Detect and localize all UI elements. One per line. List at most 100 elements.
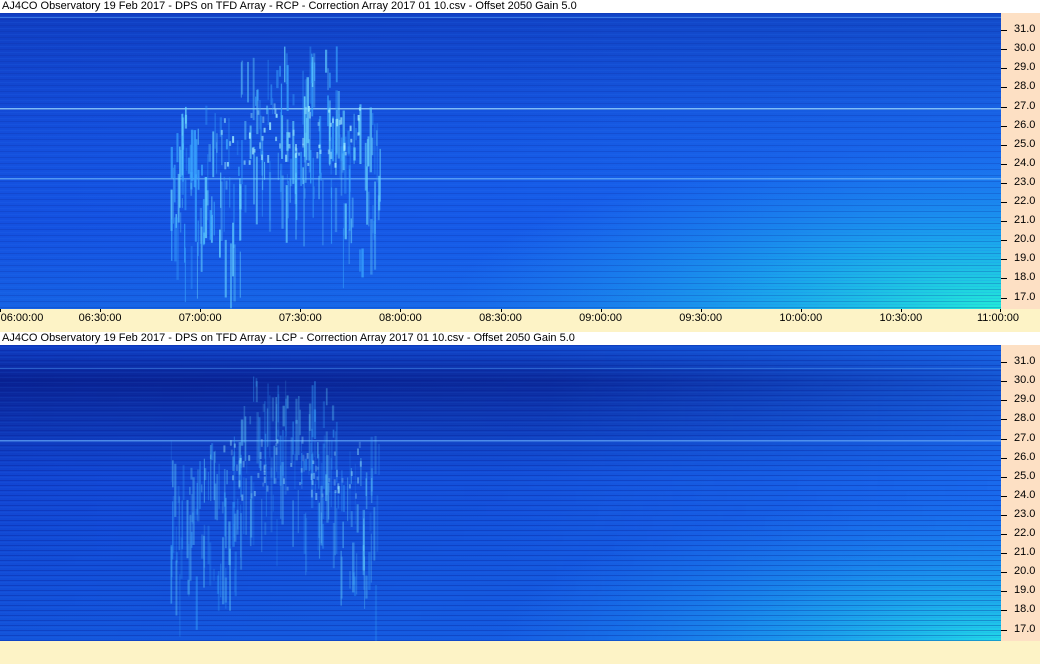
burst-streak	[322, 401, 325, 428]
burst-streak	[280, 465, 282, 519]
burst-streak	[249, 416, 252, 425]
freq-tick-mark	[1001, 144, 1007, 146]
burst-dot	[238, 480, 241, 487]
burst-streak	[247, 61, 249, 103]
burst-streak	[300, 151, 302, 186]
burst-dot	[224, 162, 227, 170]
burst-dot	[357, 115, 360, 121]
burst-streak	[181, 135, 184, 195]
burst-streak	[270, 467, 273, 533]
burst-streak	[343, 202, 345, 236]
burst-dot	[288, 144, 291, 149]
burst-streak	[349, 571, 351, 589]
burst-dot	[357, 132, 360, 136]
burst-streak	[197, 469, 200, 522]
burst-streak	[202, 199, 205, 246]
burst-streak	[224, 577, 228, 603]
freq-tick-mark	[1001, 221, 1007, 223]
burst-streak	[327, 483, 330, 520]
burst-dot	[306, 453, 309, 459]
burst-streak	[367, 136, 370, 167]
burst-streak	[190, 246, 193, 290]
burst-streak	[347, 477, 349, 522]
burst-dot	[248, 160, 251, 165]
burst-dot	[313, 472, 315, 479]
freq-tick-mark	[1001, 400, 1007, 402]
burst-dot	[250, 493, 253, 499]
burst-streak	[332, 116, 335, 162]
freq-tick-label: 29.0	[1014, 61, 1036, 74]
burst-streak	[336, 508, 338, 554]
burst-streak	[190, 182, 193, 196]
burst-streak	[302, 167, 304, 185]
freq-tick-mark	[1001, 278, 1007, 280]
burst-streak	[255, 378, 258, 387]
burst-dot	[310, 473, 313, 480]
burst-streak	[282, 429, 284, 476]
burst-streak	[325, 49, 328, 73]
burst-streak	[373, 507, 376, 561]
burst-streak	[277, 152, 279, 181]
burst-streak	[233, 244, 236, 302]
burst-streak	[376, 495, 379, 552]
burst-streak	[369, 512, 372, 532]
burst-dot	[220, 129, 223, 135]
burst-dot	[343, 145, 346, 151]
time-tick-label: 09:30:00	[679, 312, 723, 324]
burst-streak	[236, 509, 239, 535]
freq-tick-label: 21.0	[1014, 546, 1036, 559]
burst-streak	[199, 207, 202, 244]
burst-dot	[328, 109, 331, 113]
burst-streak	[214, 450, 216, 463]
burst-streak	[241, 140, 243, 185]
burst-streak	[334, 491, 336, 556]
burst-streak	[350, 218, 353, 244]
burst-streak	[365, 575, 368, 599]
burst-streak	[182, 465, 185, 501]
burst-streak	[253, 146, 255, 205]
burst-streak	[341, 153, 344, 173]
burst-streak	[366, 166, 368, 225]
burst-streak	[233, 436, 235, 467]
burst-dot	[259, 451, 262, 460]
burst-streak	[180, 537, 183, 579]
burst-streak	[376, 130, 378, 146]
freq-tick-mark	[1001, 457, 1007, 459]
burst-streak	[281, 115, 284, 159]
burst-streak	[192, 477, 195, 545]
burst-dot	[344, 151, 347, 156]
burst-streak	[174, 217, 177, 262]
burst-streak	[272, 494, 274, 512]
burst-dot	[329, 122, 332, 127]
burst-dot	[312, 460, 315, 464]
burst-streak	[239, 251, 241, 298]
burst-streak	[214, 113, 216, 149]
freq-tick-mark	[1001, 163, 1007, 165]
burst-streak	[224, 239, 227, 298]
freq-tick-mark	[1001, 125, 1007, 127]
burst-streak	[289, 178, 291, 203]
burst-dot	[333, 479, 336, 486]
burst-streak	[179, 574, 181, 637]
burst-streak	[216, 474, 219, 521]
burst-streak	[175, 560, 178, 616]
burst-dot	[267, 155, 270, 163]
freq-tick-label: 26.0	[1014, 118, 1036, 131]
time-tick-label: 08:30:00	[479, 312, 522, 324]
freq-tick-label: 23.0	[1014, 507, 1036, 520]
freq-tick-label: 24.0	[1014, 156, 1036, 169]
burst-dot	[275, 136, 278, 142]
burst-streak	[321, 523, 325, 549]
burst-dot	[230, 449, 233, 456]
burst-streak	[185, 147, 188, 171]
burst-streak	[173, 164, 176, 203]
burst-streak	[244, 184, 247, 213]
burst-streak	[267, 383, 269, 447]
burst-streak	[318, 502, 321, 559]
burst-streak	[337, 495, 340, 509]
burst-streak	[359, 249, 362, 272]
burst-streak	[242, 477, 245, 535]
burst-streak	[331, 405, 335, 421]
burst-streak	[350, 511, 353, 527]
burst-streak	[298, 396, 300, 456]
